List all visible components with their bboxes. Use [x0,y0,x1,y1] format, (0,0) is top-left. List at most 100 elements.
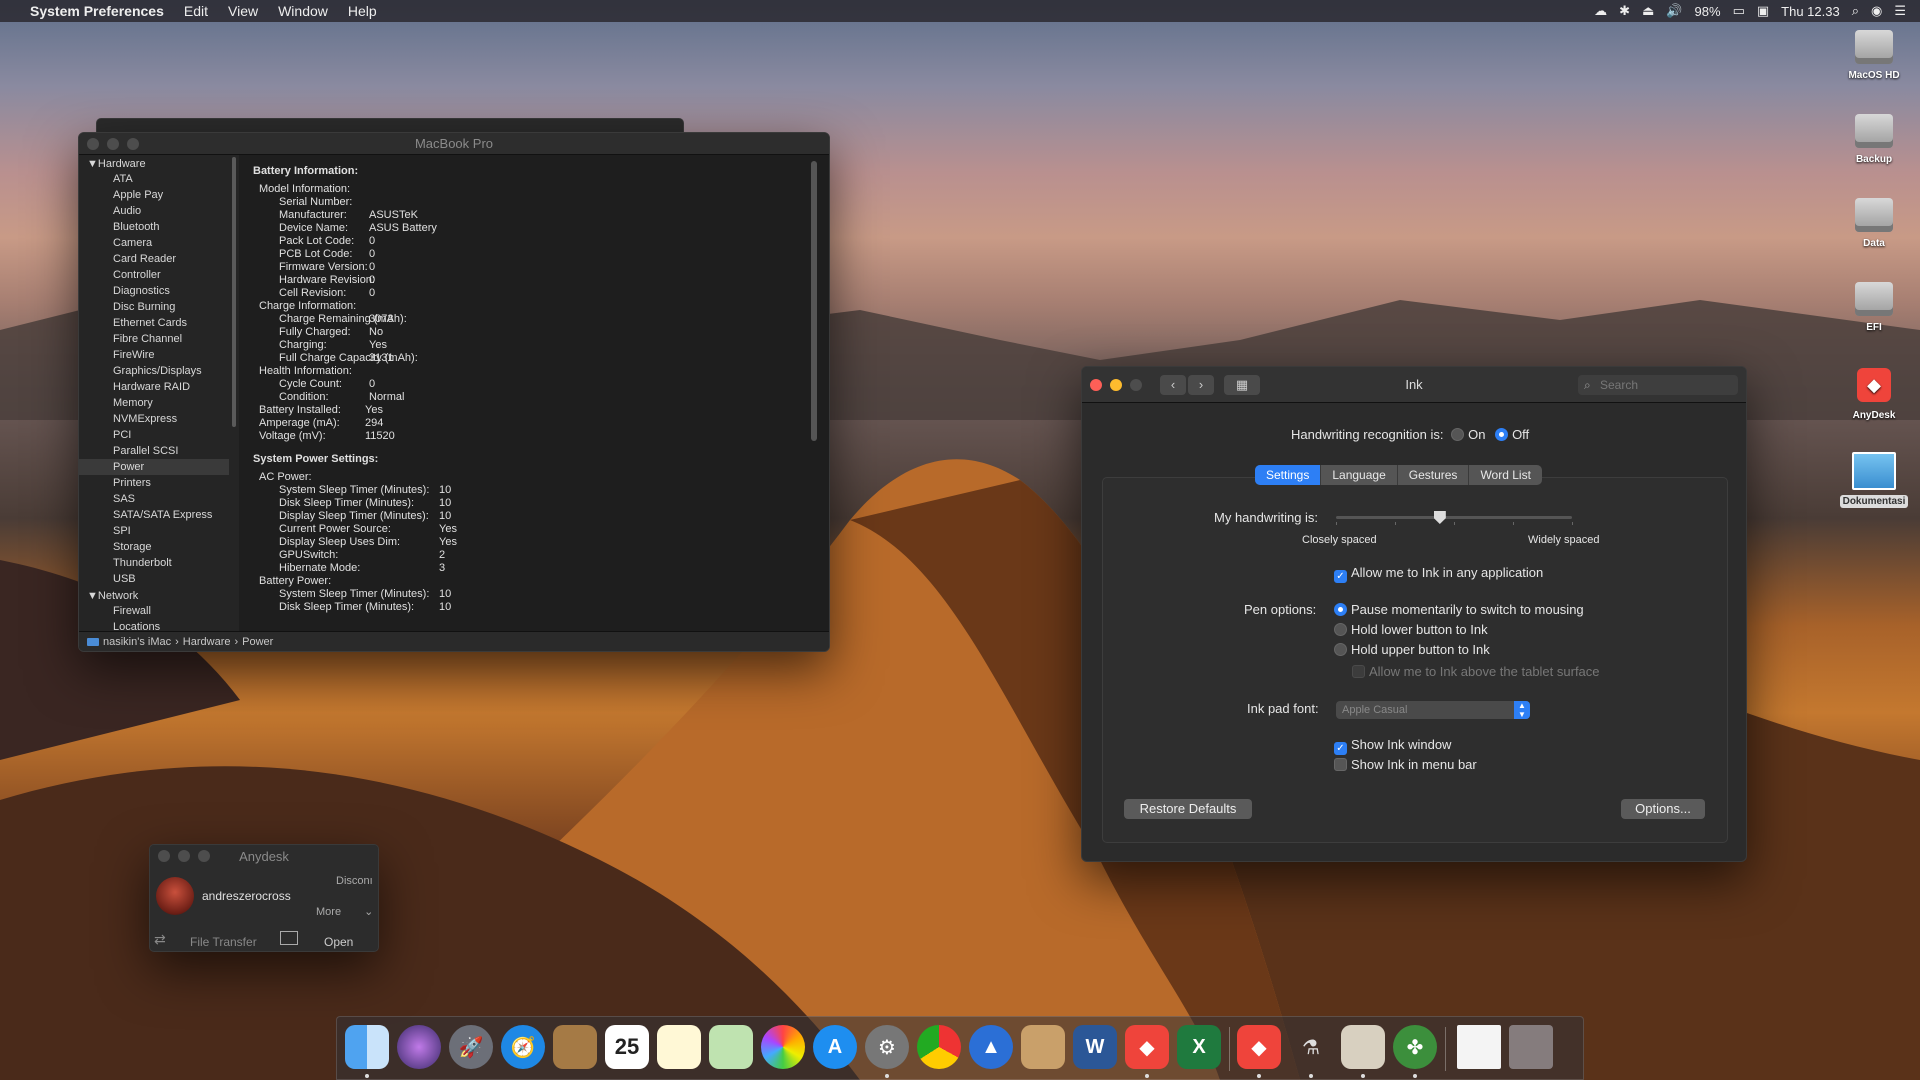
siri-icon[interactable]: ◉ [1871,4,1882,19]
allow-any-app-row[interactable]: ✓ Allow me to Ink in any application [1334,565,1543,583]
sidebar-scrollbar[interactable] [229,155,239,633]
allow-above-row[interactable]: Allow me to Ink above the tablet surface [1352,664,1600,679]
photos-icon[interactable] [761,1025,805,1069]
sidebar-item[interactable]: Parallel SCSI [79,443,229,459]
trash-icon[interactable] [1509,1025,1553,1069]
recognition-on-radio[interactable] [1451,428,1465,441]
eject-icon[interactable]: ⏏ [1642,4,1654,19]
desktop-icon-backup[interactable]: Backup [1829,114,1919,165]
show-window-row[interactable]: ✓ Show Ink window [1334,737,1451,755]
title-bar[interactable]: Anydesk [150,845,378,867]
desktop-icon-data[interactable]: Data [1829,198,1919,249]
volume-icon[interactable]: 🔊 [1666,4,1682,19]
sidebar-item[interactable]: SAS [79,491,229,507]
notification-center-icon[interactable]: ☰ [1894,4,1906,19]
recognition-off-label[interactable]: Off [1512,427,1529,442]
detail-scrollbar[interactable] [811,161,817,441]
sidebar-item[interactable]: Storage [79,539,229,555]
menu-help[interactable]: Help [338,3,387,19]
app-menu[interactable]: System Preferences [20,3,174,19]
sidebar-item[interactable]: FireWire [79,347,229,363]
pen-option-lower-radio[interactable] [1334,623,1347,636]
disconnect-button[interactable]: Disconı [336,875,373,887]
minimize-button[interactable] [1110,379,1122,391]
sidebar-item[interactable]: PCI [79,427,229,443]
recognition-off-radio[interactable] [1495,428,1509,441]
input-menu-icon[interactable]: ▣ [1757,4,1769,19]
path-computer[interactable]: nasikin's iMac [103,636,171,648]
spacing-slider[interactable] [1336,511,1573,525]
finder-icon[interactable] [345,1025,389,1069]
desktop-icon-macos-hd[interactable]: MacOS HD [1829,30,1919,81]
file-transfer-button[interactable]: File Transfer [190,935,257,949]
tab-word-list[interactable]: Word List [1469,465,1541,485]
calendar-icon[interactable]: 25 [605,1025,649,1069]
show-all-grid-icon[interactable]: ▦ [1224,375,1260,395]
minimize-button[interactable] [107,138,119,150]
sidebar-item[interactable]: Firewall [79,603,229,619]
battery-icon[interactable]: ▭ [1733,4,1745,19]
cloud-icon[interactable]: ☁ [1594,4,1607,19]
clock[interactable]: Thu 12.33 [1781,4,1840,19]
sidebar-item[interactable]: Audio [79,203,229,219]
sidebar-item[interactable]: Graphics/Displays [79,363,229,379]
open-chat-button[interactable]: Open Cha [324,935,378,951]
menu-window[interactable]: Window [268,3,338,19]
sidebar-section-network[interactable]: ▼Network [79,587,229,603]
scrollbar-thumb[interactable] [232,157,236,427]
sidebar-item[interactable]: SATA/SATA Express [79,507,229,523]
path-hardware[interactable]: Hardware [183,636,231,648]
spotlight-icon[interactable]: ⌕ [1852,4,1859,19]
sidebar-item[interactable]: NVMExpress [79,411,229,427]
desktop-icon-anydesk[interactable]: ◆ AnyDesk [1829,368,1919,421]
sidebar-item[interactable]: USB [79,571,229,587]
chrome-icon[interactable] [917,1025,961,1069]
tab-gestures[interactable]: Gestures [1398,465,1470,485]
zoom-button[interactable] [1130,379,1142,391]
sidebar-item[interactable]: Apple Pay [79,187,229,203]
sidebar-item[interactable]: Memory [79,395,229,411]
desktop-icon-efi[interactable]: EFI [1829,282,1919,333]
siri-icon[interactable] [397,1025,441,1069]
pen-option-pause[interactable]: Pause momentarily to switch to mousing [1334,602,1584,617]
allow-above-checkbox[interactable] [1352,665,1365,678]
zoom-button[interactable] [198,850,210,862]
menu-view[interactable]: View [218,3,268,19]
sidebar-item[interactable]: Disc Burning [79,299,229,315]
sidebar-item[interactable]: Camera [79,235,229,251]
sidebar-item[interactable]: Hardware RAID [79,379,229,395]
safari-icon[interactable]: 🧭 [501,1025,545,1069]
sidebar-item[interactable]: Bluetooth [79,219,229,235]
minimize-button[interactable] [178,850,190,862]
restore-defaults-button[interactable]: Restore Defaults [1124,799,1252,819]
clover-icon[interactable]: ✤ [1393,1025,1437,1069]
pen-option-upper-radio[interactable] [1334,643,1347,656]
options-button[interactable]: Options... [1621,799,1705,819]
sidebar-item[interactable]: Ethernet Cards [79,315,229,331]
sidebar-item[interactable]: Fibre Channel [79,331,229,347]
path-power[interactable]: Power [242,636,273,648]
show-menubar-row[interactable]: Show Ink in menu bar [1334,757,1477,772]
forward-button[interactable]: › [1188,375,1214,395]
system-preferences-icon[interactable]: ⚙ [865,1025,909,1069]
anydesk-icon[interactable]: ◆ [1125,1025,1169,1069]
close-button[interactable] [1090,379,1102,391]
sidebar-item[interactable]: ATA [79,171,229,187]
utility-icon[interactable]: ⚗ [1289,1025,1333,1069]
title-bar[interactable]: ‹ › ▦ Ink ⌕ Search [1082,367,1746,403]
recognition-on-label[interactable]: On [1468,427,1485,442]
pen-option-pause-radio[interactable] [1334,603,1347,616]
desktop-icon-dokumentasi[interactable]: Dokumentasi [1829,452,1919,508]
maps-icon[interactable] [709,1025,753,1069]
font-select[interactable]: Apple Casual ▲ ▼ [1336,701,1530,719]
bluetooth-icon[interactable]: ✱ [1619,4,1630,19]
archive-utility-icon[interactable] [1021,1025,1065,1069]
preview-icon[interactable] [1341,1025,1385,1069]
document-icon[interactable] [1457,1025,1501,1069]
allow-any-app-checkbox[interactable]: ✓ [1334,570,1347,583]
back-button[interactable]: ‹ [1160,375,1186,395]
disclosure-triangle-icon[interactable]: ▼ [87,590,98,602]
sidebar-item[interactable]: Power [79,459,229,475]
chat-icon[interactable] [280,931,298,945]
tab-settings[interactable]: Settings [1255,465,1322,485]
